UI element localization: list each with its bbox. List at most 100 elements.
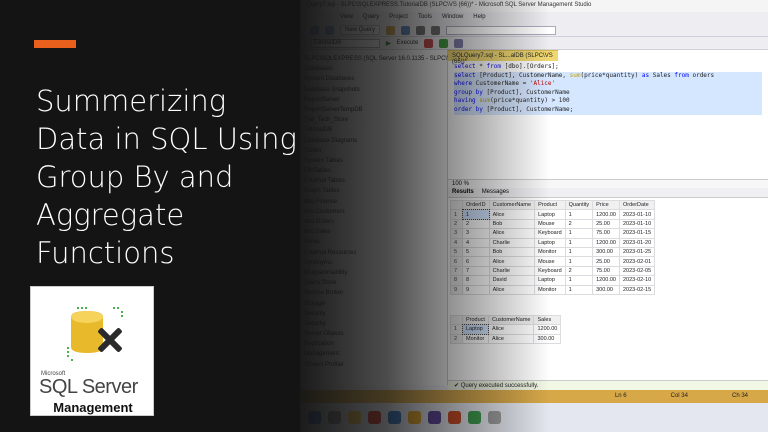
oe-item[interactable]: The_Tech_Store <box>300 115 447 125</box>
oe-item[interactable]: TutorialDB <box>300 125 447 135</box>
oe-item[interactable]: Service Broker <box>300 288 447 298</box>
table-cell[interactable]: 4 <box>462 237 490 248</box>
folder-icon[interactable] <box>348 411 361 424</box>
table-cell[interactable]: Alice <box>487 324 535 335</box>
table-cell[interactable]: 2023-01-10 <box>618 209 656 220</box>
column-header[interactable]: OrderDate <box>618 199 656 211</box>
column-header[interactable]: Price <box>592 199 620 211</box>
table-cell[interactable]: Monitor <box>462 333 489 345</box>
table-cell[interactable]: 1 <box>564 275 594 286</box>
oe-item[interactable]: Databases <box>300 64 447 74</box>
menu-window[interactable]: Window <box>442 14 463 22</box>
table-cell[interactable]: 8 <box>462 275 490 286</box>
chrome-icon[interactable] <box>468 411 481 424</box>
oe-item[interactable]: Replication <box>300 339 447 349</box>
oe-item[interactable]: Storage <box>300 299 447 309</box>
column-header[interactable]: Sales <box>533 314 562 326</box>
table-cell[interactable]: 2023-01-15 <box>618 228 656 239</box>
table-row[interactable]: 2 Monitor Alice 300.00 <box>450 333 562 345</box>
oe-item[interactable]: Security <box>300 319 447 329</box>
table-cell[interactable]: Mouse <box>534 256 566 267</box>
table-cell[interactable]: Bob <box>488 218 536 230</box>
table-cell[interactable]: 2023-01-25 <box>618 246 656 258</box>
table-cell[interactable]: Laptop <box>534 209 566 220</box>
oe-item[interactable]: FileTables <box>300 166 447 176</box>
menu-query[interactable]: Query <box>363 14 379 22</box>
table-cell[interactable]: 2023-02-05 <box>618 265 656 277</box>
table-cell[interactable]: 1 <box>564 246 594 258</box>
new-query-button[interactable]: New Query <box>340 25 381 35</box>
app-icon[interactable] <box>428 411 441 424</box>
table-row[interactable]: 6 6 Alice Mouse 1 25.00 2023-02-01 <box>450 256 656 267</box>
table-cell[interactable]: 300.00 <box>592 284 620 295</box>
table-cell[interactable]: 1 <box>564 284 594 295</box>
oe-item[interactable]: Management <box>300 349 447 359</box>
execute-button[interactable]: Execute <box>397 40 419 46</box>
table-cell[interactable]: Alice <box>488 284 536 295</box>
table-cell[interactable]: 300.00 <box>533 333 562 345</box>
table-cell[interactable]: David <box>488 275 536 286</box>
table-cell[interactable]: Charlie <box>488 265 536 277</box>
oe-item[interactable]: dbo.Sales <box>300 227 447 237</box>
start-icon[interactable] <box>308 411 321 424</box>
oe-item[interactable]: Database Diagrams <box>300 136 447 146</box>
table-cell[interactable]: 2 <box>462 218 490 230</box>
row-number[interactable]: 3 <box>450 228 463 239</box>
table-cell[interactable]: 6 <box>462 256 490 267</box>
oe-item[interactable]: Database Snapshots <box>300 85 447 95</box>
table-cell[interactable]: Bob <box>488 246 536 258</box>
oe-item[interactable]: Tables <box>300 146 447 156</box>
table-cell[interactable]: 1 <box>564 237 594 248</box>
query-tab[interactable]: SQLQuery7.sql - SL...alDB (SLPC\VS (66))… <box>448 50 558 65</box>
table-row[interactable]: 8 8 David Laptop 1 1200.00 2023-02-10 <box>450 275 656 286</box>
oe-item[interactable]: External Tables <box>300 176 447 186</box>
table-cell[interactable]: 2023-01-20 <box>618 237 656 248</box>
oe-item[interactable]: System Tables <box>300 156 447 166</box>
open-file-icon[interactable] <box>386 25 396 35</box>
table-cell[interactable]: 300.00 <box>592 246 620 258</box>
forward-icon[interactable] <box>325 25 334 35</box>
table-cell[interactable]: Alice <box>487 333 535 345</box>
column-header[interactable]: Product <box>534 199 566 211</box>
column-header[interactable]: CustomerName <box>487 314 535 326</box>
parse-icon[interactable] <box>439 38 449 48</box>
oe-item[interactable]: External Resources <box>300 248 447 258</box>
table-cell[interactable]: 75.00 <box>592 265 620 277</box>
oe-item[interactable]: Security <box>300 309 447 319</box>
table-cell[interactable]: 1200.00 <box>533 324 562 335</box>
table-row[interactable]: 7 7 Charlie Keyboard 2 75.00 2023-02-05 <box>450 265 656 277</box>
table-cell[interactable]: 1 <box>461 208 491 221</box>
menu-tools[interactable]: Tools <box>418 14 432 22</box>
app-icon[interactable] <box>408 411 421 424</box>
row-number[interactable]: 4 <box>450 237 463 248</box>
database-select[interactable]: TutorialDB <box>310 38 380 48</box>
table-cell[interactable]: Monitor <box>534 246 566 258</box>
row-number[interactable]: 6 <box>450 256 463 267</box>
table-cell[interactable]: Laptop <box>534 275 566 286</box>
oe-item[interactable]: System Databases <box>300 74 447 84</box>
column-header[interactable]: Quantity <box>564 199 594 211</box>
table-row[interactable]: 1 Laptop Alice 1200.00 <box>450 323 562 336</box>
table-cell[interactable]: Laptop <box>534 237 566 248</box>
oe-item[interactable]: Views <box>300 237 447 247</box>
table-cell[interactable]: 2023-02-10 <box>618 275 656 286</box>
row-number[interactable]: 2 <box>450 218 463 230</box>
row-number[interactable]: 5 <box>450 246 463 258</box>
table-cell[interactable]: 2 <box>564 265 594 277</box>
table-cell[interactable]: 3 <box>462 228 490 239</box>
table-cell[interactable]: 1200.00 <box>592 209 620 220</box>
oe-item[interactable]: dbo.Orders <box>300 217 447 227</box>
table-cell[interactable]: Alice <box>488 209 536 220</box>
table-cell[interactable]: 1 <box>564 228 594 239</box>
table-row[interactable]: 1 1 Alice Laptop 1 1200.00 2023-01-10 <box>450 208 656 221</box>
oe-item[interactable]: dbo.Customers <box>300 207 447 217</box>
oe-item[interactable]: ReportServerTempDB <box>300 105 447 115</box>
table-row[interactable]: 4 4 Charlie Laptop 1 1200.00 2023-01-20 <box>450 237 656 248</box>
oe-item[interactable]: Graph Tables <box>300 186 447 196</box>
oe-item[interactable]: Server Objects <box>300 329 447 339</box>
row-number[interactable]: 2 <box>450 333 463 345</box>
row-number[interactable]: 8 <box>450 275 463 286</box>
menu-help[interactable]: Help <box>473 14 485 22</box>
table-cell[interactable]: 1200.00 <box>592 275 620 286</box>
table-cell[interactable]: 25.00 <box>592 218 620 230</box>
